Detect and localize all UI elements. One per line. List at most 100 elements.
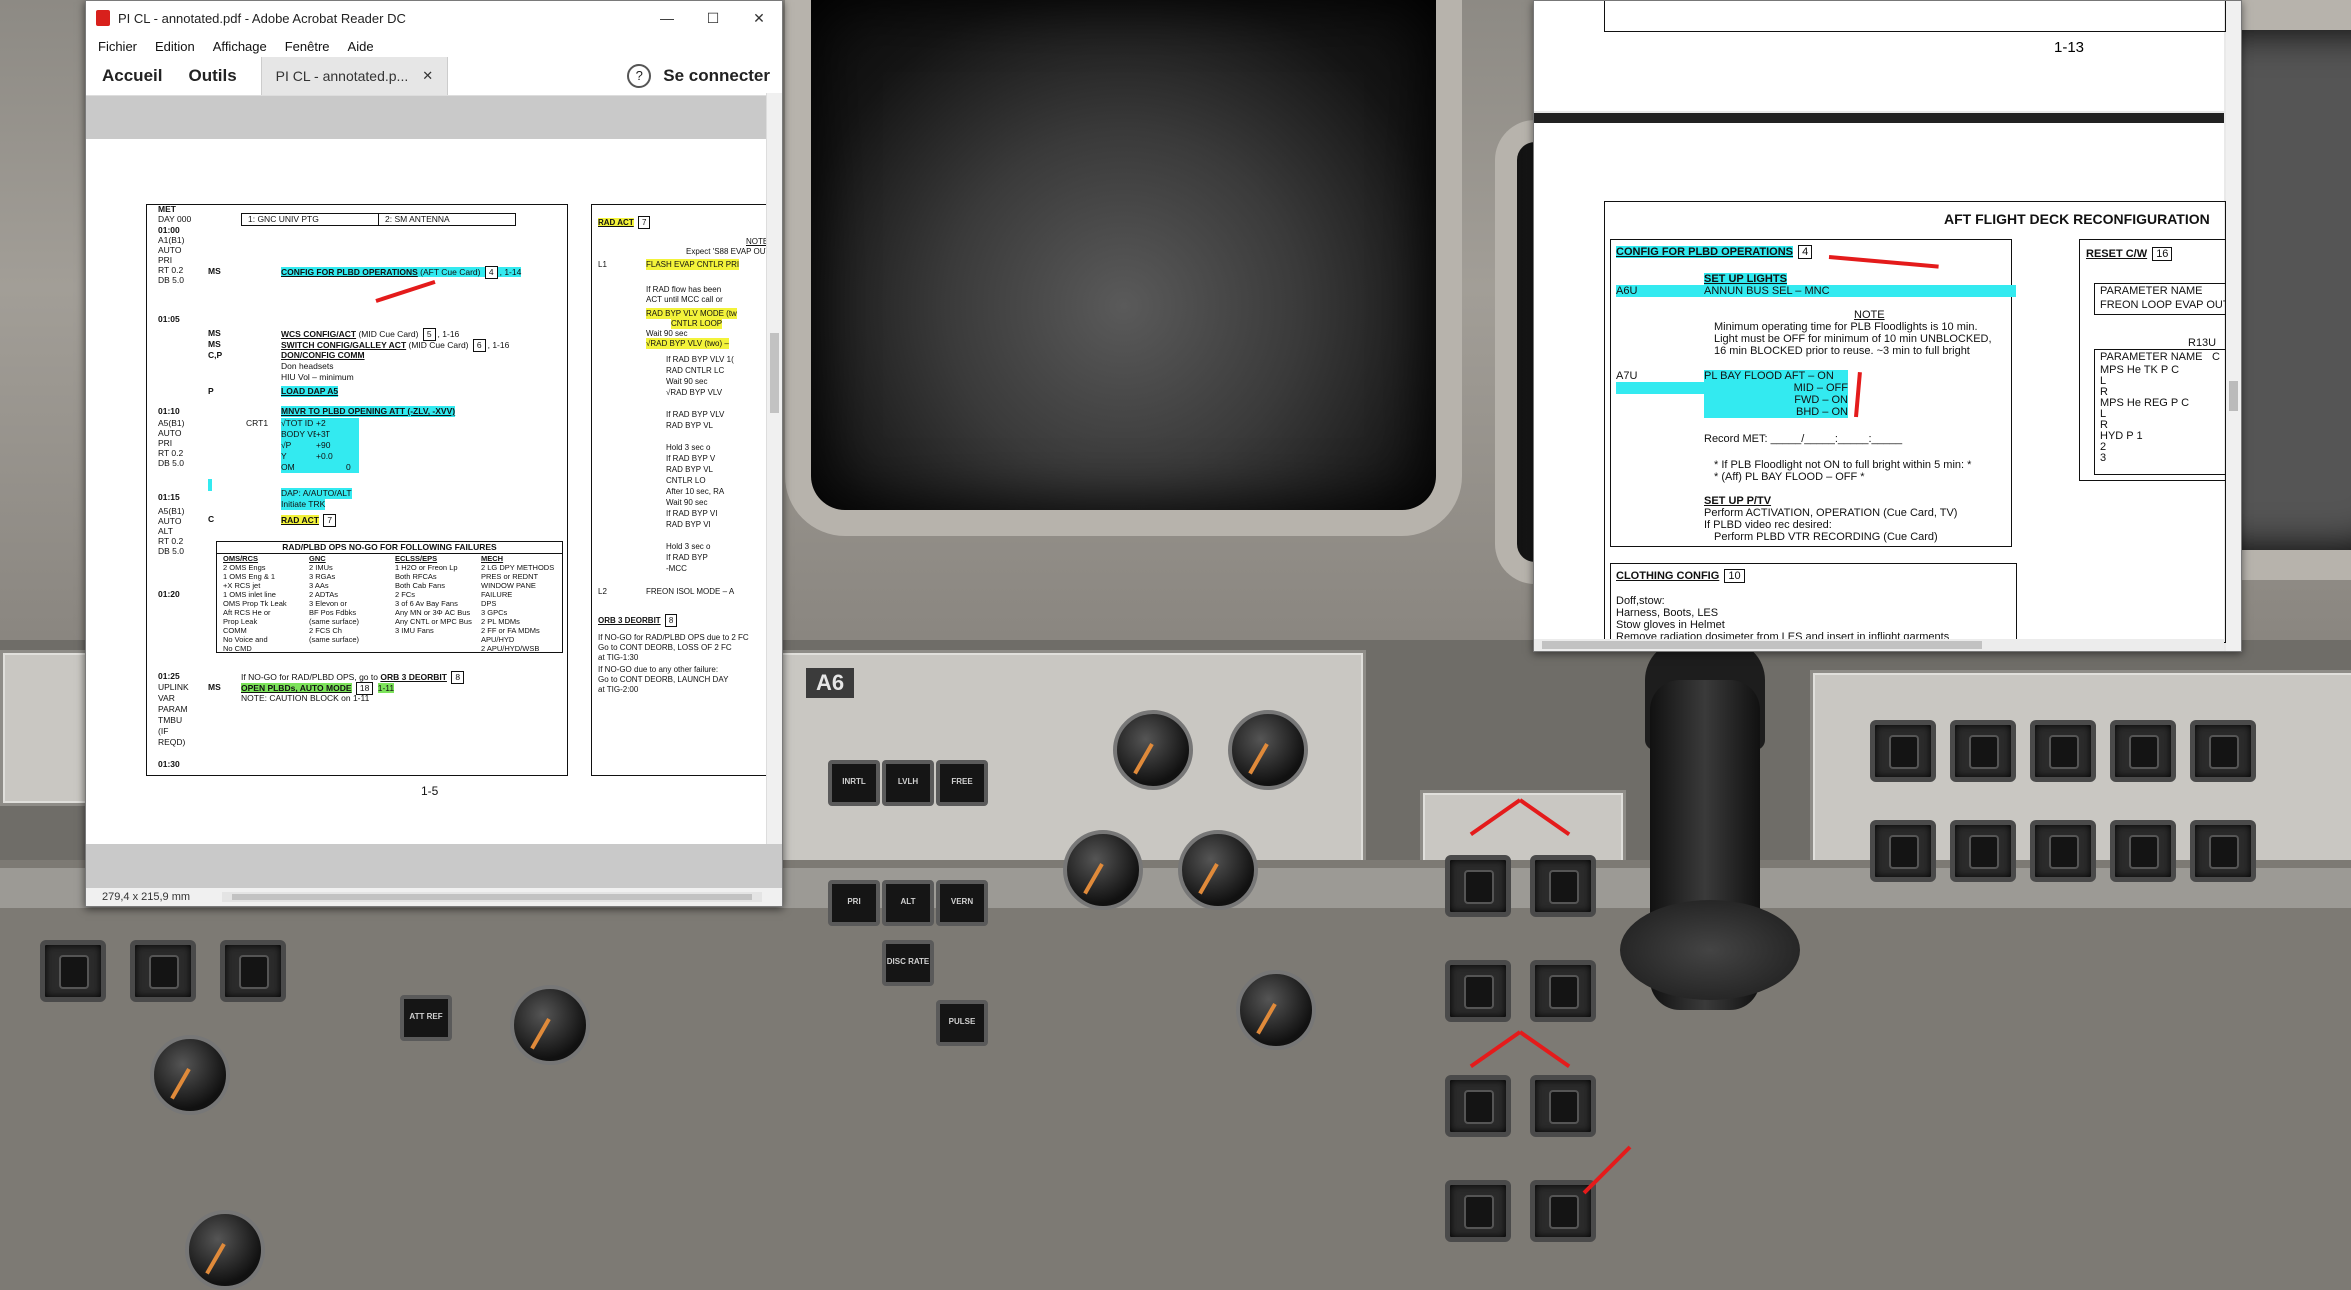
- day-label: DAY 000: [158, 214, 192, 224]
- right-panel-switch[interactable]: [1950, 820, 2016, 882]
- dap-button-alt[interactable]: ALT: [882, 880, 934, 926]
- scroll-thumb[interactable]: [770, 333, 779, 413]
- time-mark: 01:30: [158, 759, 180, 769]
- flood-switch-mid-stbd[interactable]: [1445, 960, 1511, 1022]
- right-panel-switch[interactable]: [2190, 820, 2256, 882]
- orb3-link[interactable]: ORB 3 DEORBIT: [380, 672, 447, 682]
- menu-aide[interactable]: Aide: [348, 39, 374, 54]
- uplink-line: UPLINK: [158, 682, 189, 692]
- rad-byp-step: √RAD BYP VLV (two) –: [646, 338, 729, 349]
- menu-bar: Fichier Edition Affichage Fenêtre Aide: [86, 35, 782, 57]
- flood-switch-mid-port[interactable]: [1530, 960, 1596, 1022]
- menu-fenetre[interactable]: Fenêtre: [285, 39, 330, 54]
- mps-param-line: MPS He REG P C: [2100, 397, 2190, 409]
- dap-button-vern[interactable]: VERN: [936, 880, 988, 926]
- dap-button-pulse[interactable]: PULSE: [936, 1000, 988, 1046]
- config-step-box: 4: [484, 266, 498, 279]
- right-panel-switch[interactable]: [2110, 720, 2176, 782]
- rad-byp-procedure: If RAD BYP VLV 1( RAD CNTLR LC Wait 90 s…: [666, 354, 734, 574]
- nogo-col-header: GNC: [309, 554, 326, 563]
- dap-button-disc-rate[interactable]: DISC RATE: [882, 940, 934, 986]
- right-panel-switch[interactable]: [2190, 720, 2256, 782]
- rad-byp-line: -MCC: [666, 564, 687, 573]
- record-met: Record MET: _____/_____:_____:_____: [1704, 433, 1903, 445]
- intensity-knob[interactable]: [1236, 970, 1316, 1050]
- rad-byp-line: Wait 90 sec: [666, 377, 708, 386]
- menu-affichage[interactable]: Affichage: [213, 39, 267, 54]
- time-mark: 01:20: [158, 589, 180, 599]
- nogo-col-header: OMS/RCS: [223, 554, 259, 563]
- crew-tag: MS: [208, 266, 221, 276]
- pdf-page-view-right[interactable]: 1-13 AFT FLIGHT DECK RECONFIGURATION CON…: [1533, 0, 2242, 652]
- left-panel-switch[interactable]: [130, 940, 196, 1002]
- vertical-scrollbar-right[interactable]: [2226, 1, 2241, 651]
- left-console-knob[interactable]: [510, 985, 590, 1065]
- horizontal-scrollbar-right[interactable]: [1534, 639, 2224, 651]
- rad-byp-line: CNTLR LO: [666, 476, 706, 485]
- document-view[interactable]: MET DAY 000 1: GNC UNIV PTG 2: SM ANTENN…: [86, 139, 766, 844]
- document-tab[interactable]: PI CL - annotated.p... ✕: [260, 57, 449, 95]
- flood-switch-fwd-port[interactable]: [1530, 1075, 1596, 1137]
- instrument-knob[interactable]: [1063, 830, 1143, 910]
- close-tab-icon[interactable]: ✕: [422, 68, 433, 84]
- scroll-thumb[interactable]: [2229, 381, 2238, 411]
- right-panel-switch[interactable]: [2030, 820, 2096, 882]
- rad-byp-line: If RAD BYP VI: [666, 509, 718, 518]
- nogo-item: BF Pos Fdbks: [309, 608, 357, 617]
- orb3-box: 8: [451, 671, 465, 684]
- home-button[interactable]: Accueil: [102, 66, 162, 86]
- right-panel-switch[interactable]: [1870, 720, 1936, 782]
- dap-button-inrtl[interactable]: INRTL: [828, 760, 880, 806]
- right-panel-switch[interactable]: [1870, 820, 1936, 882]
- right-panel-switch[interactable]: [1950, 720, 2016, 782]
- tools-button[interactable]: Outils: [188, 66, 236, 86]
- dap-button-lvlh[interactable]: LVLH: [882, 760, 934, 806]
- right-panel-switch[interactable]: [2110, 820, 2176, 882]
- om-value: 0: [346, 462, 351, 473]
- config-step-tail: (AFT Cue Card): [420, 267, 481, 277]
- left-panel-switch[interactable]: [40, 940, 106, 1002]
- minimize-icon[interactable]: —: [644, 10, 690, 26]
- flood-switch-fwd-stbd[interactable]: [1445, 1075, 1511, 1137]
- help-icon[interactable]: ?: [627, 64, 652, 88]
- horizontal-scrollbar[interactable]: [222, 892, 762, 902]
- nogo-item: (same surface): [309, 635, 360, 644]
- rad-act-heading: RAD ACT: [598, 218, 634, 227]
- dap-button-pri[interactable]: PRI: [828, 880, 880, 926]
- flood-switch-bhd-stbd[interactable]: [1445, 1180, 1511, 1242]
- rad-byp-line: [666, 530, 734, 541]
- close-icon[interactable]: ✕: [736, 10, 782, 27]
- panel-knob[interactable]: [1228, 710, 1308, 790]
- acrobat-window[interactable]: PI CL - annotated.pdf - Adobe Acrobat Re…: [85, 0, 783, 907]
- maximize-icon[interactable]: ☐: [690, 10, 736, 27]
- menu-fichier[interactable]: Fichier: [98, 39, 137, 54]
- flash-evap-step: FLASH EVAP CNTLR PRI: [646, 259, 740, 270]
- lower-left-knob[interactable]: [150, 1035, 230, 1115]
- left-col-text: DB 5.0: [158, 275, 184, 285]
- bottom-left-knob[interactable]: [185, 1210, 265, 1290]
- freon-step: FREON ISOL MODE – A: [646, 587, 735, 596]
- flood-knob[interactable]: [1113, 710, 1193, 790]
- don-substep: Don headsets: [281, 361, 334, 371]
- config-step-ref: , 1-14: [499, 267, 522, 277]
- window-titlebar[interactable]: PI CL - annotated.pdf - Adobe Acrobat Re…: [86, 1, 782, 35]
- panel-ref-a7u: A7U: [1616, 370, 1638, 382]
- nogo-col-header: ECLSS/EPS: [395, 554, 438, 563]
- mnvr-step: MNVR TO PLBD OPENING ATT (-ZLV, -XVV): [281, 406, 456, 417]
- menu-edition[interactable]: Edition: [155, 39, 195, 54]
- dap-button-free[interactable]: FREE: [936, 760, 988, 806]
- vertical-scrollbar[interactable]: [766, 93, 782, 888]
- right-panel-switch[interactable]: [2030, 720, 2096, 782]
- att-ref-button[interactable]: ATT REF: [400, 995, 452, 1041]
- flood-switch-aft-port[interactable]: [1530, 855, 1596, 917]
- reset-cw-box: 16: [2152, 247, 2173, 261]
- scroll-thumb[interactable]: [1542, 641, 1982, 649]
- flood-switch-aft-stbd[interactable]: [1445, 855, 1511, 917]
- y-value: +0.0: [316, 451, 333, 462]
- left-panel-switch[interactable]: [220, 940, 286, 1002]
- login-button[interactable]: Se connecter: [663, 66, 770, 86]
- numeric-knob[interactable]: [1178, 830, 1258, 910]
- nogo-item: WINDOW PANE: [481, 581, 536, 590]
- nogo-item: 1 H2O or Freon Lp: [395, 563, 458, 572]
- rad-byp-line: RAD BYP VL: [666, 465, 713, 474]
